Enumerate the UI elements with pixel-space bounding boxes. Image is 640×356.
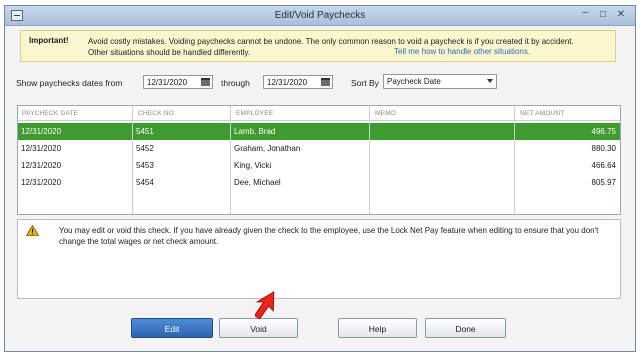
title-bar: Edit/Void Paychecks – □ ✕ [5, 6, 635, 26]
row-date: 12/31/2020 [21, 144, 62, 153]
info-message-text: You may edit or void this check. If you … [59, 226, 599, 246]
row-check-no: 5452 [136, 144, 154, 153]
row-date: 12/31/2020 [21, 127, 62, 136]
row-date: 12/31/2020 [21, 178, 62, 187]
maximize-icon[interactable]: □ [597, 9, 609, 20]
row-check-no: 5453 [136, 161, 154, 170]
other-situations-link[interactable]: Tell me how to handle other situations. [394, 47, 530, 56]
header-check-no[interactable]: CHECK NO. [138, 110, 176, 117]
help-button[interactable]: Help [338, 318, 417, 338]
close-icon[interactable]: ✕ [615, 9, 627, 20]
row-check-no: 5454 [136, 178, 154, 187]
row-employee: King, Vicki [234, 161, 272, 170]
header-paycheck-date[interactable]: PAYCHECK DATE [22, 110, 78, 117]
row-net-amount: 805.97 [591, 178, 616, 187]
done-button[interactable]: Done [425, 318, 506, 338]
table-header: PAYCHECK DATE CHECK NO. EMPLOYEE MEMO NE… [18, 106, 620, 121]
paychecks-table: PAYCHECK DATE CHECK NO. EMPLOYEE MEMO NE… [17, 105, 621, 215]
column-divider [514, 106, 515, 214]
chevron-down-icon [487, 79, 493, 83]
row-net-amount: 496.75 [591, 127, 616, 136]
date-through-field[interactable]: 12/31/2020 [263, 75, 333, 89]
header-net-amount[interactable]: NET AMOUNT [520, 110, 565, 117]
dates-from-label: Show paychecks dates from [16, 78, 123, 88]
warning-icon [26, 225, 39, 236]
column-divider [132, 106, 133, 214]
date-from-field[interactable]: 12/31/2020 [143, 75, 213, 89]
through-label: through [221, 78, 250, 88]
important-notice: Important! Avoid costly mistakes. Voidin… [20, 30, 616, 62]
calendar-icon[interactable] [201, 78, 210, 86]
row-date: 12/31/2020 [21, 161, 62, 170]
pointer-arrow-icon [255, 290, 275, 320]
column-divider [230, 106, 231, 214]
header-memo[interactable]: MEMO [375, 110, 396, 117]
row-check-no: 5451 [136, 127, 154, 136]
sort-by-select[interactable]: Paycheck Date [383, 74, 497, 89]
table-row[interactable]: 12/31/2020 5451 Lamb, Brad 496.75 [18, 123, 620, 140]
row-net-amount: 466.64 [591, 161, 616, 170]
edit-button[interactable]: Edit [131, 318, 213, 338]
notice-label: Important! [29, 36, 69, 45]
sort-by-value: Paycheck Date [387, 77, 441, 86]
minimize-icon[interactable]: – [579, 7, 591, 18]
sort-by-label: Sort By [351, 78, 379, 88]
row-employee: Graham, Jonathan [234, 144, 301, 153]
table-row[interactable]: 12/31/2020 5454 Dee, Michael 805.97 [18, 174, 620, 191]
window-title: Edit/Void Paychecks [274, 10, 366, 21]
row-employee: Lamb, Brad [234, 127, 276, 136]
header-employee[interactable]: EMPLOYEE [236, 110, 273, 117]
row-employee: Dee, Michael [234, 178, 281, 187]
date-through-value: 12/31/2020 [267, 78, 308, 87]
void-button[interactable]: Void [219, 318, 298, 338]
date-from-value: 12/31/2020 [147, 78, 188, 87]
calendar-icon[interactable] [321, 78, 330, 86]
column-divider [369, 106, 370, 214]
table-row[interactable]: 12/31/2020 5453 King, Vicki 466.64 [18, 157, 620, 174]
table-row[interactable]: 12/31/2020 5452 Graham, Jonathan 880.30 [18, 140, 620, 157]
row-net-amount: 880.30 [591, 144, 616, 153]
info-message-box: You may edit or void this check. If you … [17, 219, 621, 299]
